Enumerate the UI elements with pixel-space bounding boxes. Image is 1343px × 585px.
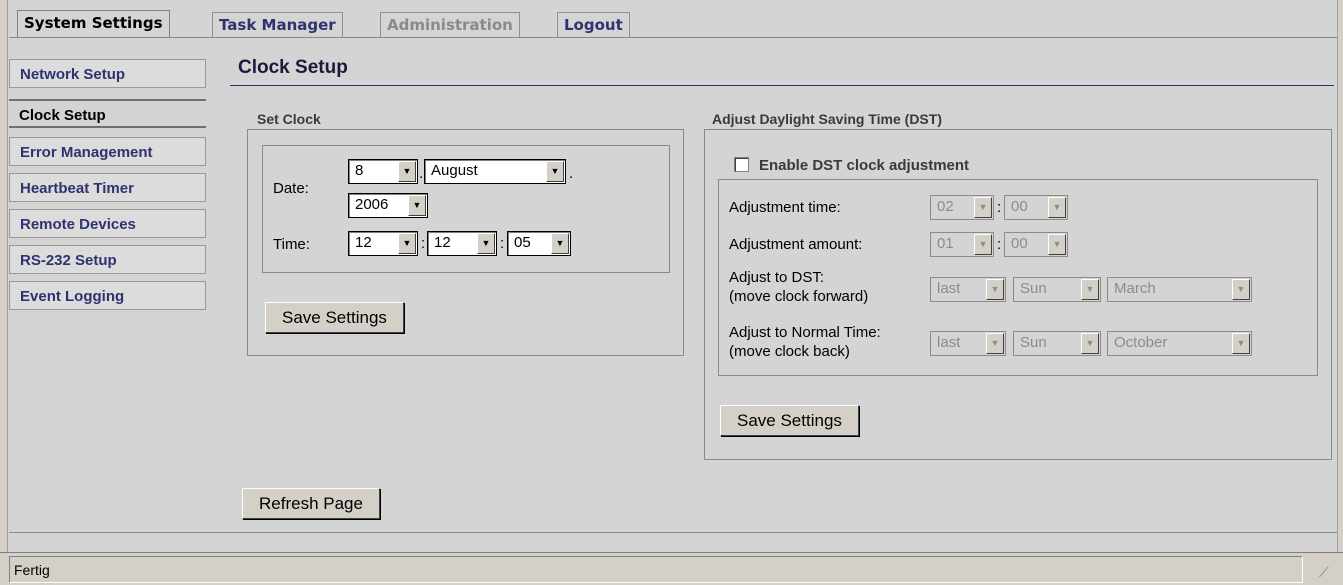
- adjustment-time-label: Adjustment time:: [729, 199, 841, 216]
- sidebar-item-clock-setup[interactable]: Clock Setup: [9, 99, 206, 128]
- dst-week-value: last: [937, 280, 961, 297]
- adjust-to-dst-label-line2: (move clock forward): [729, 288, 869, 305]
- normal-day-value: Sun: [1020, 334, 1047, 351]
- chevron-down-icon: ▼: [974, 197, 992, 218]
- sidebar-item-error-management[interactable]: Error Management: [9, 137, 206, 166]
- resize-grip-icon[interactable]: ⟋: [1319, 564, 1337, 582]
- adj-time-min-value: 00: [1011, 198, 1028, 215]
- page-content: System Settings Task Manager Administrat…: [9, 0, 1337, 551]
- tab-baseline: [9, 37, 1337, 38]
- sidebar-item-event-logging[interactable]: Event Logging: [9, 281, 206, 310]
- adj-time-hour-value: 02: [937, 198, 954, 215]
- set-clock-label: Set Clock: [257, 111, 321, 127]
- normal-month-select: October ▼: [1107, 331, 1252, 356]
- month-select[interactable]: August ▼: [424, 159, 566, 184]
- time-separator: :: [997, 199, 1002, 216]
- normal-day-select: Sun ▼: [1013, 331, 1101, 356]
- chevron-down-icon: ▼: [1048, 197, 1066, 218]
- refresh-page-button[interactable]: Refresh Page: [242, 488, 380, 519]
- second-value: 05: [514, 234, 531, 251]
- adj-time-min-select: 00 ▼: [1004, 195, 1068, 220]
- hour-value: 12: [355, 234, 372, 251]
- year-value: 2006: [355, 196, 389, 213]
- chevron-down-icon: ▼: [546, 161, 564, 182]
- chevron-down-icon: ▼: [398, 161, 416, 182]
- tab-administration: Administration: [380, 12, 520, 38]
- normal-month-value: October: [1114, 334, 1168, 351]
- time-separator: :: [500, 235, 505, 252]
- chevron-down-icon: ▼: [986, 279, 1004, 300]
- adjustment-amount-label: Adjustment amount:: [729, 236, 863, 253]
- tab-system-settings[interactable]: System Settings: [17, 10, 170, 38]
- save-dst-button[interactable]: Save Settings: [720, 405, 859, 436]
- chevron-down-icon: ▼: [974, 234, 992, 255]
- adjust-to-dst-label-line1: Adjust to DST:: [729, 269, 825, 286]
- dst-enable-checkbox[interactable]: [734, 157, 749, 172]
- sidebar-item-rs232-setup[interactable]: RS-232 Setup: [9, 245, 206, 274]
- chevron-down-icon: ▼: [1081, 333, 1099, 354]
- adj-amount-min-value: 00: [1011, 235, 1028, 252]
- time-separator: :: [997, 236, 1002, 253]
- dst-month-value: March: [1114, 280, 1156, 297]
- dst-section-label: Adjust Daylight Saving Time (DST): [712, 111, 942, 127]
- hour-select[interactable]: 12 ▼: [348, 231, 418, 256]
- chevron-down-icon: ▼: [1048, 234, 1066, 255]
- adj-time-hour-select: 02 ▼: [930, 195, 994, 220]
- dst-enable-label: Enable DST clock adjustment: [759, 157, 970, 174]
- dst-day-value: Sun: [1020, 280, 1047, 297]
- adj-amount-min-select: 00 ▼: [1004, 232, 1068, 257]
- chevron-down-icon: ▼: [398, 233, 416, 254]
- status-bar: Fertig ⟋: [0, 552, 1343, 585]
- chevron-down-icon: ▼: [477, 233, 495, 254]
- save-clock-button[interactable]: Save Settings: [265, 302, 404, 333]
- chevron-down-icon: ▼: [551, 233, 569, 254]
- dst-week-select: last ▼: [930, 277, 1006, 302]
- dst-day-select: Sun ▼: [1013, 277, 1101, 302]
- top-tab-bar: System Settings Task Manager Administrat…: [9, 6, 1337, 38]
- day-select[interactable]: 8 ▼: [348, 159, 418, 184]
- window-right-edge: [1337, 0, 1343, 585]
- time-separator: :: [421, 235, 426, 252]
- minute-select[interactable]: 12 ▼: [427, 231, 497, 256]
- chevron-down-icon: ▼: [1232, 279, 1250, 300]
- chevron-down-icon: ▼: [1081, 279, 1099, 300]
- second-select[interactable]: 05 ▼: [507, 231, 571, 256]
- adjust-to-normal-label-line2: (move clock back): [729, 343, 850, 360]
- page-title: Clock Setup: [238, 57, 348, 78]
- status-text: Fertig: [9, 556, 1303, 583]
- date-label: Date:: [273, 180, 309, 197]
- time-label: Time:: [273, 236, 310, 253]
- sidebar-item-heartbeat-timer[interactable]: Heartbeat Timer: [9, 173, 206, 202]
- chevron-down-icon: ▼: [986, 333, 1004, 354]
- title-rule: [230, 85, 1334, 86]
- month-value: August: [431, 162, 478, 179]
- adjust-to-normal-label-line1: Adjust to Normal Time:: [729, 324, 881, 341]
- adjust-to-dst-label: Adjust to DST: (move clock forward): [729, 268, 868, 306]
- year-select[interactable]: 2006 ▼: [348, 193, 428, 218]
- tab-task-manager[interactable]: Task Manager: [212, 12, 343, 38]
- sidebar-item-remote-devices[interactable]: Remote Devices: [9, 209, 206, 238]
- status-separator: [9, 532, 1337, 533]
- date-separator: .: [419, 165, 424, 182]
- day-value: 8: [355, 162, 364, 179]
- date-separator: .: [569, 165, 574, 182]
- normal-week-select: last ▼: [930, 331, 1006, 356]
- adj-amount-hour-select: 01 ▼: [930, 232, 994, 257]
- adjust-to-normal-label: Adjust to Normal Time: (move clock back): [729, 323, 881, 361]
- normal-week-value: last: [937, 334, 961, 351]
- sidebar-item-network-setup[interactable]: Network Setup: [9, 59, 206, 88]
- tab-logout[interactable]: Logout: [557, 12, 630, 38]
- chevron-down-icon: ▼: [1232, 333, 1250, 354]
- chevron-down-icon: ▼: [408, 195, 426, 216]
- adj-amount-hour-value: 01: [937, 235, 954, 252]
- window-left-edge: [0, 0, 8, 585]
- dst-month-select: March ▼: [1107, 277, 1252, 302]
- minute-value: 12: [434, 234, 451, 251]
